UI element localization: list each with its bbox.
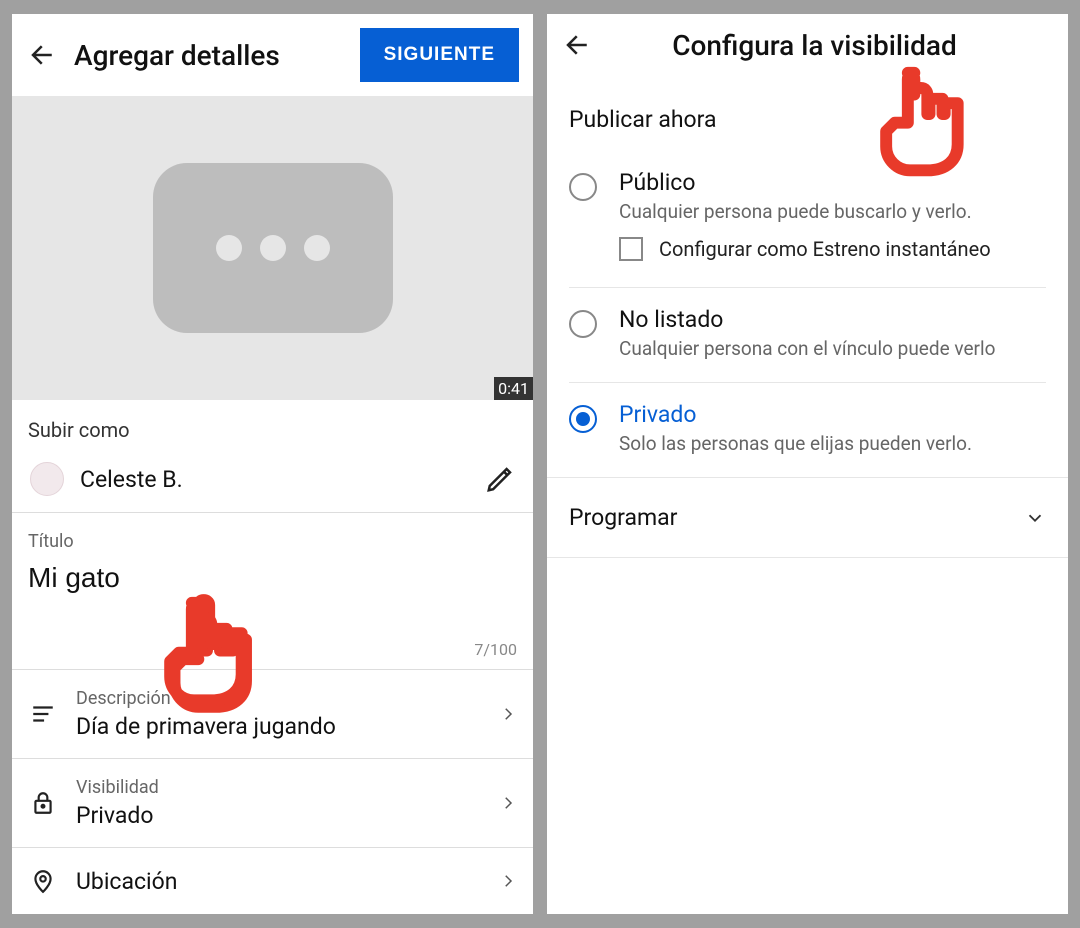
description-value: Día de primavera jugando <box>76 713 481 740</box>
chevron-right-icon <box>499 705 517 723</box>
lock-icon <box>28 788 58 818</box>
option-unlisted-desc: Cualquier persona con el vínculo puede v… <box>619 337 1046 360</box>
title-char-counter: 7/100 <box>28 640 517 659</box>
page-title: Agregar detalles <box>74 39 346 72</box>
back-arrow-icon <box>563 30 593 60</box>
header: Configura la visibilidad <box>547 14 1068 76</box>
chevron-down-icon <box>1024 507 1046 529</box>
option-unlisted[interactable]: No listado Cualquier persona con el vínc… <box>569 287 1046 382</box>
header: Agregar detalles SIGUIENTE <box>12 14 533 96</box>
option-private[interactable]: Privado Solo las personas que elijas pue… <box>569 382 1046 477</box>
option-private-title: Privado <box>619 401 1046 428</box>
radio-private[interactable] <box>569 405 597 433</box>
screen-visibility: Configura la visibilidad Publicar ahora … <box>547 14 1068 914</box>
chevron-right-icon <box>499 794 517 812</box>
title-field-block: Título 7/100 <box>12 513 533 670</box>
description-row[interactable]: Descripción Día de primavera jugando <box>12 670 533 759</box>
page-title: Configura la visibilidad <box>609 29 1054 62</box>
screen-add-details: Agregar detalles SIGUIENTE 0:41 Subir co… <box>12 14 533 914</box>
option-unlisted-title: No listado <box>619 306 1046 333</box>
upload-as-row[interactable]: Celeste B. <box>12 452 533 513</box>
back-button[interactable] <box>561 28 595 62</box>
description-label: Descripción <box>76 688 481 709</box>
schedule-row[interactable]: Programar <box>547 478 1068 557</box>
visibility-row[interactable]: Visibilidad Privado <box>12 759 533 848</box>
premiere-checkbox-row[interactable]: Configurar como Estreno instantáneo <box>619 237 1046 261</box>
chevron-right-icon <box>499 872 517 890</box>
schedule-section: Programar <box>547 477 1068 558</box>
option-public-desc: Cualquier persona puede buscarlo y verlo… <box>619 200 1046 223</box>
premiere-checkbox[interactable] <box>619 237 643 261</box>
schedule-label: Programar <box>569 504 677 531</box>
thumbnail-placeholder-icon <box>153 163 393 333</box>
radio-unlisted[interactable] <box>569 310 597 338</box>
back-button[interactable] <box>26 38 60 72</box>
pencil-icon <box>485 464 515 494</box>
location-icon <box>28 866 58 896</box>
description-icon <box>28 699 58 729</box>
option-public[interactable]: Público Cualquier persona puede buscarlo… <box>569 151 1046 287</box>
option-private-desc: Solo las personas que elijas pueden verl… <box>619 432 1046 455</box>
video-thumbnail[interactable]: 0:41 <box>12 96 533 400</box>
title-input[interactable] <box>28 562 517 594</box>
premiere-label: Configurar como Estreno instantáneo <box>659 237 991 261</box>
video-duration: 0:41 <box>494 377 533 400</box>
visibility-options: Público Cualquier persona puede buscarlo… <box>547 151 1068 477</box>
location-row[interactable]: Ubicación <box>12 848 533 914</box>
title-label: Título <box>28 531 517 552</box>
option-public-title: Público <box>619 169 1046 196</box>
upload-as-label: Subir como <box>12 400 533 452</box>
avatar <box>30 462 64 496</box>
visibility-value: Privado <box>76 802 481 829</box>
username: Celeste B. <box>80 466 469 493</box>
location-label: Ubicación <box>76 868 481 895</box>
radio-public[interactable] <box>569 173 597 201</box>
visibility-label: Visibilidad <box>76 777 481 798</box>
next-button[interactable]: SIGUIENTE <box>360 28 519 82</box>
edit-channel-button[interactable] <box>485 464 515 494</box>
back-arrow-icon <box>28 40 58 70</box>
publish-now-heading: Publicar ahora <box>547 76 1068 151</box>
